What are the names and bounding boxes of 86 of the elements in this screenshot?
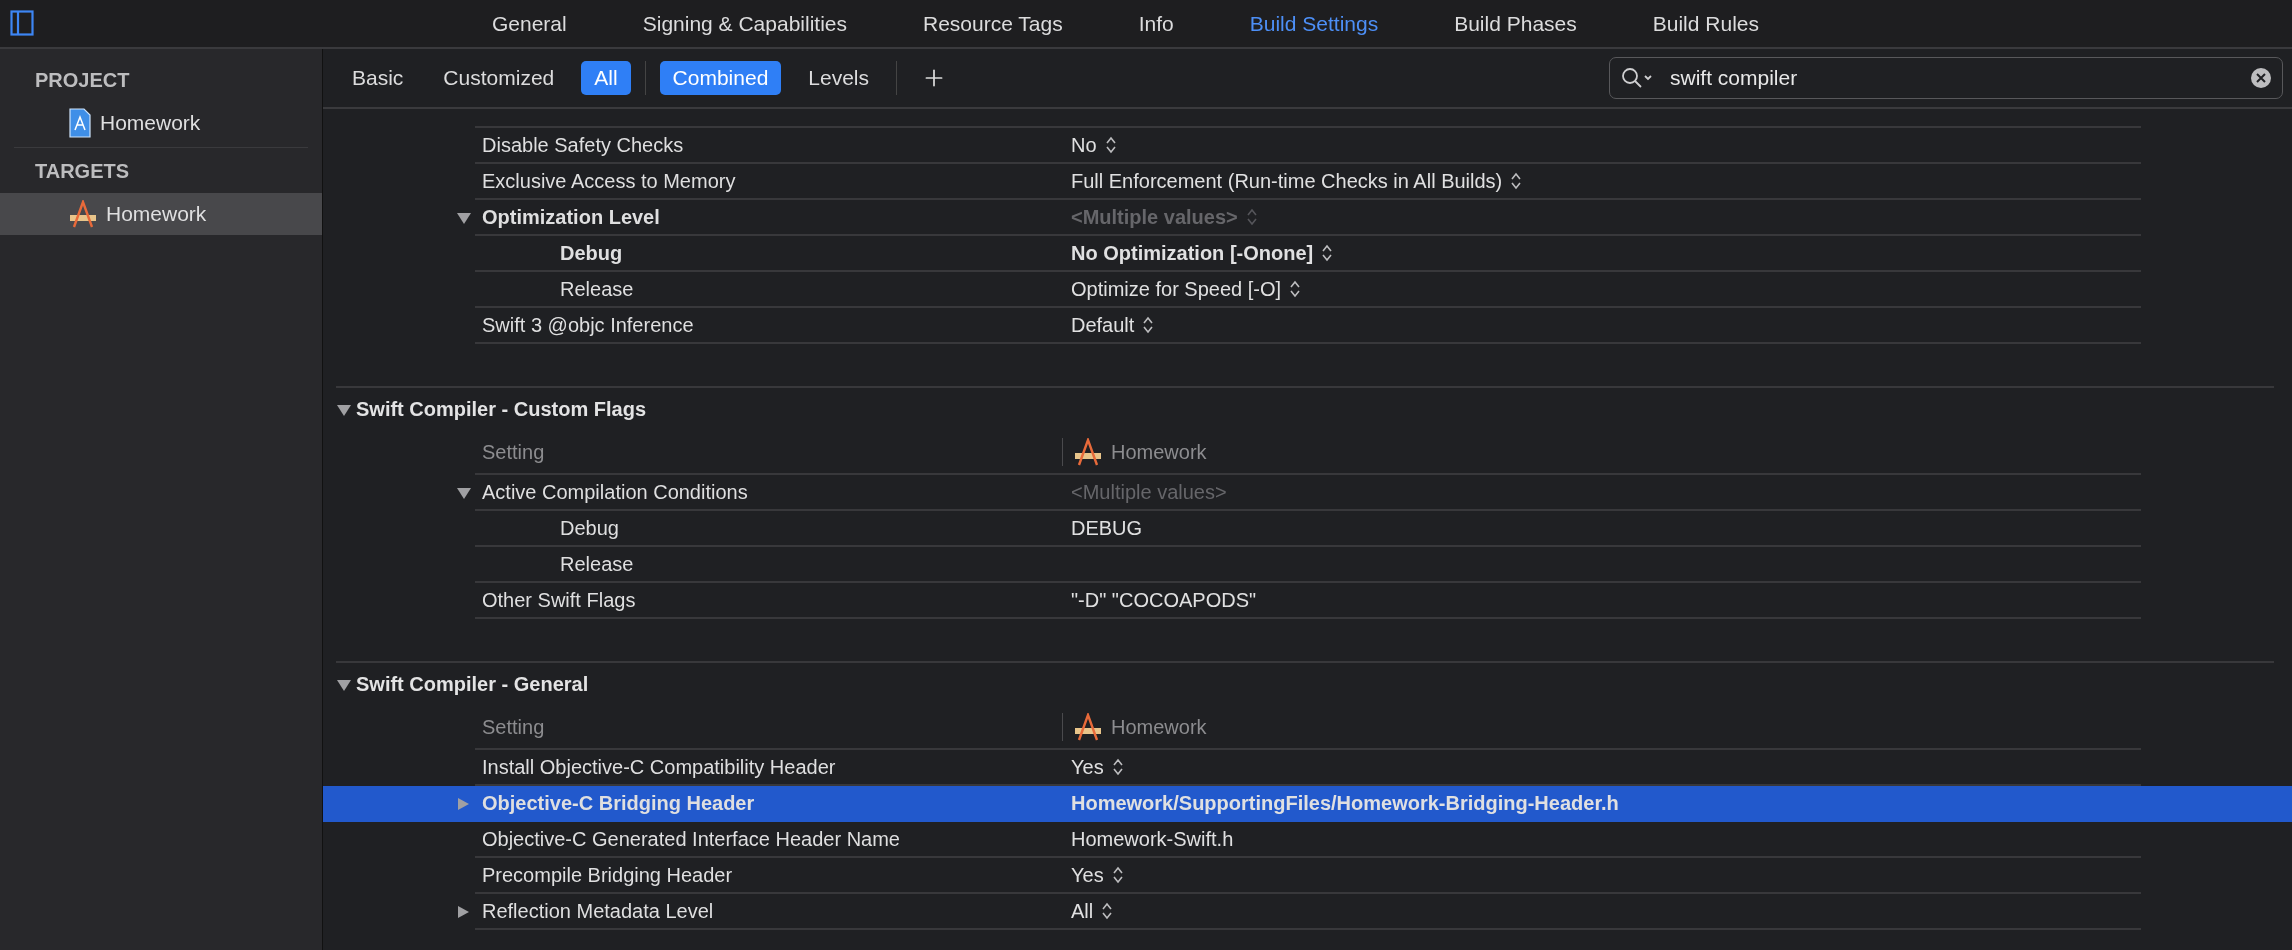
stepper-icon[interactable] <box>1289 280 1302 298</box>
search-icon[interactable] <box>1620 66 1654 90</box>
setting-value[interactable]: No Optimization [-Onone] <box>1071 241 1334 265</box>
setting-row[interactable]: Active Compilation Conditions <Multiple values> <box>323 475 2292 511</box>
section-title[interactable]: Swift Compiler - Custom Flags <box>356 398 647 421</box>
setting-name: Optimization Level <box>481 205 661 229</box>
stepper-icon[interactable] <box>1142 316 1155 334</box>
sidebar-toggle-icon[interactable] <box>10 10 34 36</box>
setting-row[interactable]: Disable Safety Checks No <box>323 128 2292 164</box>
sidebar-item[interactable]: Homework <box>0 102 322 144</box>
stepper-icon[interactable] <box>1101 902 1114 920</box>
editor-tab[interactable]: Build Phases <box>1454 11 1577 36</box>
view-mode-button[interactable]: Levels <box>795 61 883 95</box>
filter-button[interactable]: Customized <box>430 61 568 95</box>
app-target-icon <box>68 200 98 228</box>
editor-tab[interactable]: Signing & Capabilities <box>642 11 847 36</box>
setting-row[interactable]: Debug No Optimization [-Onone] <box>323 236 2292 272</box>
search-field[interactable]: swift compiler <box>1609 57 2283 99</box>
setting-row[interactable]: Other Swift Flags "-D" "COCOAPODS" <box>323 583 2292 619</box>
setting-value[interactable]: Homework-Swift.h <box>1071 827 1234 851</box>
setting-value[interactable]: Yes <box>1071 863 1124 887</box>
setting-value[interactable]: Homework/SupportingFiles/Homework-Bridging-Header.h <box>1071 791 1619 815</box>
setting-name: Debug <box>559 516 620 540</box>
sidebar-item-label: Homework <box>106 202 207 226</box>
editor-tab[interactable]: Build Settings <box>1249 11 1379 36</box>
setting-value[interactable]: Optimize for Speed [-O] <box>1071 277 1302 301</box>
column-header: Setting <box>481 440 546 464</box>
setting-value[interactable]: Default <box>1071 313 1155 337</box>
setting-name: Precompile Bridging Header <box>481 863 734 887</box>
setting-name: Release <box>559 552 635 576</box>
setting-name: Exclusive Access to Memory <box>481 169 737 193</box>
setting-name: Active Compilation Conditions <box>481 480 749 504</box>
disclosure-triangle-icon[interactable] <box>456 486 472 500</box>
project-file-icon <box>68 108 92 138</box>
setting-row[interactable]: Swift 3 @objc Inference Default <box>323 308 2292 344</box>
search-input[interactable]: swift compiler <box>1668 65 2250 91</box>
setting-row[interactable]: Objective-C Bridging Header Homework/SupportingFiles/Homework-Bridging-Header.h <box>323 786 2292 822</box>
editor-tab[interactable]: Build Rules <box>1652 11 1759 36</box>
stepper-icon[interactable] <box>1104 136 1117 154</box>
setting-row[interactable]: Precompile Bridging Header Yes <box>323 858 2292 894</box>
setting-name: Swift 3 @objc Inference <box>481 313 695 337</box>
setting-row[interactable]: Reflection Metadata Level All <box>323 894 2292 930</box>
column-header: Homework <box>1111 715 1207 739</box>
sidebar-item-label: Homework <box>100 111 201 135</box>
setting-value[interactable]: Yes <box>1071 755 1124 779</box>
stepper-icon[interactable] <box>1111 866 1124 884</box>
column-header: Setting <box>481 715 546 739</box>
setting-name: Install Objective-C Compatibility Header <box>481 755 837 779</box>
view-mode-button[interactable]: Combined <box>659 61 782 95</box>
clear-search-button[interactable] <box>2250 67 2272 89</box>
column-header: Homework <box>1111 440 1207 464</box>
setting-row[interactable]: Objective-C Generated Interface Header Name Homework-Swift.h <box>323 822 2292 858</box>
filter-button[interactable]: Basic <box>339 61 417 95</box>
setting-name: Objective-C Bridging Header <box>481 791 756 815</box>
setting-value[interactable]: No <box>1071 133 1117 157</box>
disclosure-triangle-icon[interactable] <box>336 402 352 417</box>
setting-value[interactable]: All <box>1071 899 1114 923</box>
section-title[interactable]: Swift Compiler - General <box>356 673 589 696</box>
setting-value[interactable]: DEBUG <box>1071 516 1143 540</box>
setting-name: Objective-C Generated Interface Header Name <box>481 827 901 851</box>
setting-value[interactable]: Full Enforcement (Run-time Checks in All Builds) <box>1071 169 1523 193</box>
setting-row[interactable]: Release <box>323 547 2292 583</box>
disclosure-triangle-icon[interactable] <box>336 677 352 692</box>
sidebar-item[interactable]: Homework <box>0 193 322 235</box>
app-target-icon <box>1073 438 1103 466</box>
setting-row[interactable]: Release Optimize for Speed [-O] <box>323 272 2292 308</box>
setting-row[interactable]: Exclusive Access to Memory Full Enforcement (Run-time Checks in All Builds) <box>323 164 2292 200</box>
disclosure-triangle-icon[interactable] <box>456 211 472 225</box>
setting-name: Debug <box>559 241 624 265</box>
setting-name: Other Swift Flags <box>481 588 637 612</box>
stepper-icon[interactable] <box>1111 758 1124 776</box>
stepper-icon[interactable] <box>1321 244 1334 262</box>
setting-row[interactable]: Optimization Level <Multiple values> <box>323 200 2292 236</box>
sidebar-group-title: PROJECT <box>34 68 131 93</box>
editor-tab[interactable]: General <box>492 11 567 36</box>
setting-name: Reflection Metadata Level <box>481 899 715 923</box>
setting-row[interactable]: Debug DEBUG <box>323 511 2292 547</box>
setting-name: Disable Safety Checks <box>481 133 685 157</box>
setting-name: Release <box>559 277 635 301</box>
stepper-icon[interactable] <box>1510 172 1523 190</box>
setting-value[interactable]: "-D" "COCOAPODS" <box>1071 588 1257 612</box>
filter-button[interactable]: All <box>581 61 631 95</box>
app-target-icon <box>1073 713 1103 741</box>
sidebar-group-title: TARGETS <box>34 159 131 184</box>
editor-tab[interactable]: Resource Tags <box>923 11 1063 36</box>
editor-tab[interactable]: Info <box>1138 11 1174 36</box>
